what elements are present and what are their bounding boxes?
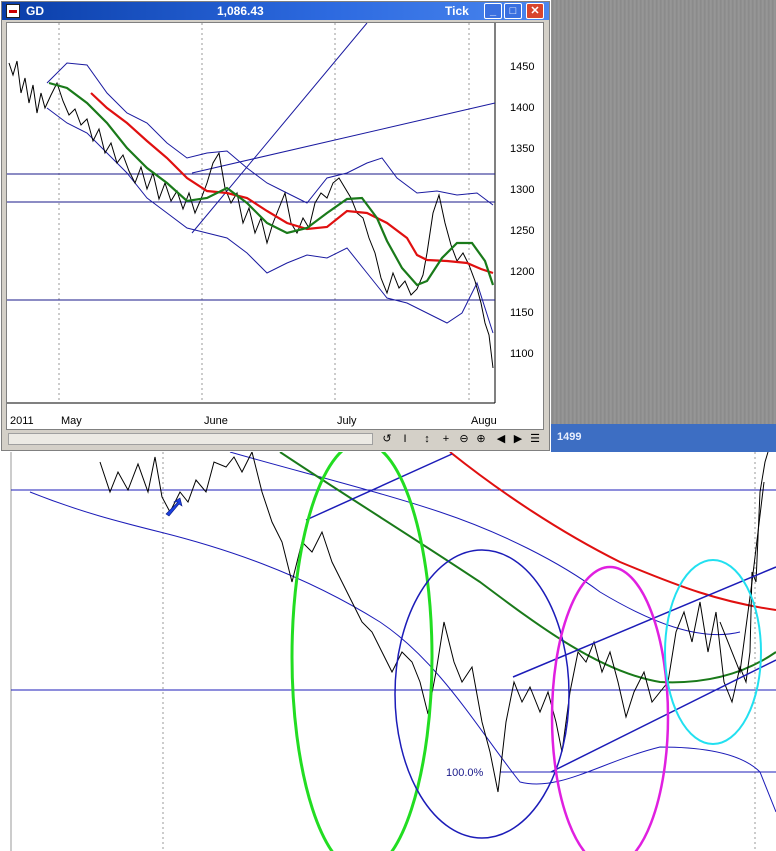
- moving-average-slow: [90, 92, 494, 275]
- maximize-button[interactable]: □: [504, 3, 522, 19]
- y-tick-label: 1150: [510, 307, 534, 319]
- price-chart-plot[interactable]: 1450 1400 1350 1300 1250 1200 1150 1100 …: [6, 22, 544, 430]
- upper-band: [46, 62, 494, 206]
- background-window-label: 1499: [557, 431, 582, 443]
- window-price: 1,086.43: [217, 4, 264, 18]
- close-button[interactable]: ✕: [526, 3, 544, 19]
- inset-chart-svg: [7, 23, 496, 404]
- cursor-icon[interactable]: I: [398, 432, 412, 447]
- minimize-button[interactable]: _: [484, 3, 502, 19]
- x-axis-label: May: [61, 415, 82, 427]
- cycle-icon[interactable]: ↺: [380, 432, 394, 447]
- window-mode: Tick: [445, 4, 469, 18]
- menu-icon[interactable]: ☰: [528, 432, 542, 447]
- green-ellipse: [290, 452, 434, 851]
- zoom-out-icon[interactable]: ⊖: [457, 432, 471, 447]
- blue-arrow-marker: [165, 497, 183, 517]
- x-axis-label: Augu: [471, 415, 497, 427]
- next-icon[interactable]: ▶: [511, 432, 525, 447]
- x-axis-label: July: [337, 415, 357, 427]
- channel-bottom: [550, 659, 776, 773]
- horizontal-scrollbar[interactable]: [8, 433, 373, 445]
- prev-icon[interactable]: ◀: [494, 432, 508, 447]
- trendline-upper: [305, 453, 453, 521]
- x-axis-label: 2011: [10, 415, 34, 427]
- crosshair-icon[interactable]: +: [439, 432, 453, 447]
- y-tick-label: 1450: [510, 61, 535, 73]
- price-line: [8, 60, 494, 369]
- background-window-area: [551, 0, 776, 424]
- fan-line: [191, 102, 496, 174]
- app-chart-icon: [6, 4, 20, 18]
- y-tick-label: 1200: [510, 266, 535, 278]
- y-tick-label: 1100: [510, 348, 534, 360]
- channel-top: [512, 566, 776, 678]
- x-axis-label: June: [204, 415, 228, 427]
- chart-window[interactable]: GD 1,086.43 Tick _ □ ✕ 1450 1400 1350 13…: [0, 0, 551, 452]
- magenta-ellipse: [550, 565, 670, 851]
- fib-100-label: 100.0%: [446, 767, 484, 779]
- y-tick-label: 1300: [510, 184, 535, 196]
- window-title: GD: [26, 4, 44, 18]
- y-tick-label: 1250: [510, 225, 535, 237]
- y-tick-label: 1350: [510, 143, 535, 155]
- zoom-in-icon[interactable]: ⊕: [474, 432, 488, 447]
- window-titlebar[interactable]: GD 1,086.43 Tick _ □ ✕: [2, 2, 549, 20]
- moving-average-slow: [449, 452, 776, 611]
- background-window-titlebar[interactable]: 1499: [551, 424, 776, 452]
- lower-band: [46, 107, 494, 334]
- y-tick-label: 1400: [510, 102, 535, 114]
- chart-toolbar: ↺ I ↕ + ⊖ ⊕ ◀ ▶ ☰: [6, 431, 544, 448]
- main-chart: [10, 452, 776, 851]
- blue-ellipse: [394, 549, 570, 839]
- cyan-ellipse: [664, 559, 762, 745]
- updown-icon[interactable]: ↕: [420, 432, 434, 447]
